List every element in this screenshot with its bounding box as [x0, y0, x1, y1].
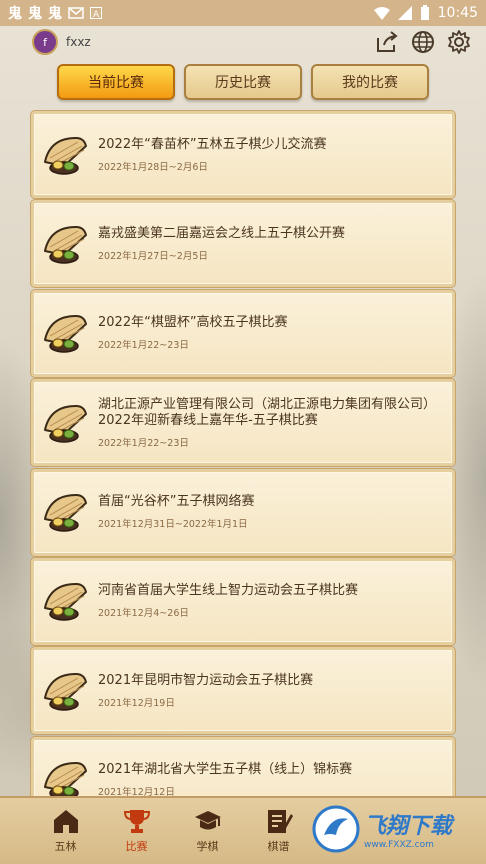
nav-label-home: 五林 — [54, 840, 77, 853]
nav-item-home[interactable]: 五林 — [30, 798, 101, 864]
nav-item-records[interactable]: 棋谱 — [243, 798, 314, 864]
match-date: 2022年1月28日~2月6日 — [98, 161, 208, 173]
gomoku-fan-icon — [42, 221, 88, 267]
notification-icon-2: 鬼 — [28, 6, 42, 22]
match-card[interactable]: 嘉戎盛美第二届嘉运会之线上五子棋公开赛 2022年1月27日~2月5日 — [30, 199, 456, 289]
match-card[interactable]: 湖北正源产业管理有限公司（湖北正源电力集团有限公司）2022年迎新春线上嘉年华-… — [30, 378, 456, 468]
gomoku-fan-icon — [42, 310, 88, 356]
match-list: 2022年“春苗杯”五林五子棋少儿交流赛 2022年1月28日~2月6日嘉戎盛美第… — [30, 110, 456, 826]
match-date: 2022年1月27日~2月5日 — [98, 250, 208, 262]
nav-label-matches: 比赛 — [125, 840, 148, 853]
globe-icon[interactable] — [410, 29, 436, 55]
match-title: 首届“光谷杯”五子棋网络赛 — [98, 494, 255, 510]
match-title: 2021年昆明市智力运动会五子棋比赛 — [98, 672, 314, 688]
notification-icons: 鬼 鬼 鬼 A — [8, 3, 102, 23]
header-bar: f fxxz — [0, 26, 486, 58]
match-title: 河南省首届大学生线上智力运动会五子棋比赛 — [98, 583, 359, 599]
match-date: 2021年12月19日 — [98, 697, 175, 709]
gomoku-fan-icon — [42, 668, 88, 714]
home-icon — [53, 810, 78, 833]
nav-label-learn: 学棋 — [196, 840, 219, 853]
watermark-logo-icon — [312, 805, 360, 853]
gomoku-fan-icon — [42, 578, 88, 624]
status-bar: 鬼 鬼 鬼 A 10:45 — [0, 0, 486, 26]
nav-label-records: 棋谱 — [267, 840, 290, 853]
match-title: 嘉戎盛美第二届嘉运会之线上五子棋公开赛 — [98, 225, 346, 241]
match-card[interactable]: 2022年“春苗杯”五林五子棋少儿交流赛 2022年1月28日~2月6日 — [30, 110, 456, 199]
gomoku-fan-icon — [42, 400, 88, 446]
notebook-edit-icon — [267, 810, 293, 833]
tab-my-matches[interactable]: 我的比赛 — [311, 64, 429, 100]
notification-icon-1: 鬼 — [8, 6, 22, 22]
graduation-cap-icon — [194, 811, 221, 830]
match-tabs: 当前比赛 历史比赛 我的比赛 — [57, 64, 429, 100]
notification-icon-3: 鬼 — [48, 6, 62, 22]
match-date: 2022年1月22~23日 — [98, 340, 189, 352]
match-title: 2022年“春苗杯”五林五子棋少儿交流赛 — [98, 136, 327, 152]
match-card[interactable]: 2022年“棋盟杯”高校五子棋比赛 2022年1月22~23日 — [30, 288, 456, 378]
tab-history-matches[interactable]: 历史比赛 — [184, 64, 302, 100]
username: fxxz — [66, 35, 91, 49]
battery-icon — [420, 5, 429, 20]
clock: 10:45 — [437, 5, 478, 21]
app-a-icon: A — [90, 7, 102, 19]
trophy-icon — [123, 810, 150, 833]
svg-text:A: A — [93, 10, 100, 19]
nav-item-matches[interactable]: 比赛 — [101, 798, 172, 864]
match-title: 2021年湖北省大学生五子棋（线上）锦标赛 — [98, 762, 353, 778]
watermark-url: www.FXXZ.com — [364, 840, 434, 850]
mail-icon — [68, 7, 84, 19]
gear-icon[interactable] — [446, 29, 472, 55]
match-title: 湖北正源产业管理有限公司（湖北正源电力集团有限公司）2022年迎新春线上嘉年华-… — [98, 396, 437, 428]
match-card[interactable]: 2021年昆明市智力运动会五子棋比赛 2021年12月19日 — [30, 646, 456, 736]
signal-icon — [397, 6, 412, 20]
match-date: 2021年12月4~26日 — [98, 608, 189, 620]
match-title: 2022年“棋盟杯”高校五子棋比赛 — [98, 315, 288, 331]
match-card[interactable]: 河南省首届大学生线上智力运动会五子棋比赛 2021年12月4~26日 — [30, 556, 456, 646]
wifi-icon — [373, 7, 390, 20]
tab-current-matches[interactable]: 当前比赛 — [57, 64, 175, 100]
watermark-title: 飞翔下载 — [364, 814, 453, 839]
watermark: 飞翔下载 www.FXXZ.com — [312, 802, 472, 856]
match-date: 2022年1月22~23日 — [98, 437, 189, 449]
match-date: 2021年12月31日~2022年1月1日 — [98, 519, 248, 531]
gomoku-fan-icon — [42, 489, 88, 535]
nav-item-learn[interactable]: 学棋 — [172, 798, 243, 864]
avatar[interactable]: f — [32, 29, 58, 55]
match-card[interactable]: 首届“光谷杯”五子棋网络赛 2021年12月31日~2022年1月1日 — [30, 467, 456, 557]
share-icon[interactable] — [374, 29, 400, 55]
gomoku-fan-icon — [42, 132, 88, 178]
